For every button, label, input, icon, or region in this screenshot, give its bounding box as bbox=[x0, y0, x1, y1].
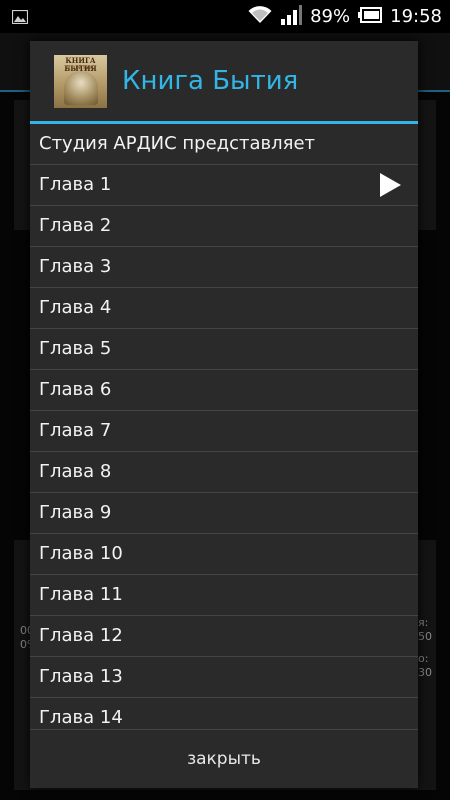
chapter-label: Глава 1 bbox=[39, 174, 112, 195]
chapter-list-item[interactable]: Глава 7 bbox=[30, 411, 418, 452]
signal-icon bbox=[280, 4, 303, 29]
chapter-list-item[interactable]: Глава 3 bbox=[30, 247, 418, 288]
gallery-notification-icon bbox=[11, 9, 29, 28]
clock: 19:58 bbox=[390, 6, 442, 27]
chapter-label: Глава 12 bbox=[39, 625, 123, 646]
background-text: 30 bbox=[418, 666, 432, 679]
close-button[interactable]: закрыть bbox=[30, 729, 418, 789]
battery-icon bbox=[358, 6, 383, 27]
cover-subtitle: ВЕТХИЙ ЗАВЕТ bbox=[65, 65, 96, 70]
play-icon[interactable] bbox=[378, 172, 402, 198]
chapter-label: Глава 7 bbox=[39, 420, 112, 441]
chapter-list[interactable]: Студия АРДИС представляет Глава 1 Глава 2 Г… bbox=[30, 124, 418, 729]
chapter-list-item[interactable]: Глава 12 bbox=[30, 616, 418, 657]
battery-percent: 89% bbox=[310, 6, 351, 27]
cover-illustration bbox=[64, 71, 98, 105]
wifi-icon bbox=[248, 5, 272, 28]
chapter-list-item[interactable]: Глава 14 bbox=[30, 698, 418, 729]
chapter-list-item[interactable]: Глава 2 bbox=[30, 206, 418, 247]
chapter-label: Глава 5 bbox=[39, 338, 112, 359]
chapter-list-item[interactable]: Глава 1 bbox=[30, 165, 418, 206]
chapter-dialog: КНИГА БЫТИЯ ВЕТХИЙ ЗАВЕТ Книга Бытия Сту… bbox=[30, 41, 418, 788]
chapter-label: Глава 4 bbox=[39, 297, 112, 318]
chapter-list-item[interactable]: Студия АРДИС представляет bbox=[30, 124, 418, 165]
background-text: о: bbox=[418, 652, 429, 665]
chapter-label: Глава 14 bbox=[39, 707, 123, 728]
chapter-list-item[interactable]: Глава 8 bbox=[30, 452, 418, 493]
chapter-label: Глава 6 bbox=[39, 379, 112, 400]
background-text: 50 bbox=[418, 630, 432, 643]
chapter-list-item[interactable]: Глава 5 bbox=[30, 329, 418, 370]
chapter-label: Студия АРДИС представляет bbox=[39, 133, 316, 154]
chapter-label: Глава 2 bbox=[39, 215, 112, 236]
chapter-label: Глава 8 bbox=[39, 461, 112, 482]
chapter-label: Глава 9 bbox=[39, 502, 112, 523]
chapter-list-item[interactable]: Глава 11 bbox=[30, 575, 418, 616]
status-bar: 89% 19:58 bbox=[0, 0, 450, 33]
chapter-label: Глава 10 bbox=[39, 543, 123, 564]
book-cover-image: КНИГА БЫТИЯ ВЕТХИЙ ЗАВЕТ bbox=[54, 55, 107, 108]
background-text: я: bbox=[418, 616, 429, 629]
chapter-label: Глава 3 bbox=[39, 256, 112, 277]
chapter-list-item[interactable]: Глава 9 bbox=[30, 493, 418, 534]
chapter-label: Глава 13 bbox=[39, 666, 123, 687]
chapter-label: Глава 11 bbox=[39, 584, 123, 605]
chapter-list-item[interactable]: Глава 6 bbox=[30, 370, 418, 411]
chapter-list-item[interactable]: Глава 10 bbox=[30, 534, 418, 575]
chapter-list-item[interactable]: Глава 4 bbox=[30, 288, 418, 329]
dialog-header: КНИГА БЫТИЯ ВЕТХИЙ ЗАВЕТ Книга Бытия bbox=[30, 41, 418, 121]
dialog-title: Книга Бытия bbox=[122, 66, 299, 96]
chapter-list-item[interactable]: Глава 13 bbox=[30, 657, 418, 698]
